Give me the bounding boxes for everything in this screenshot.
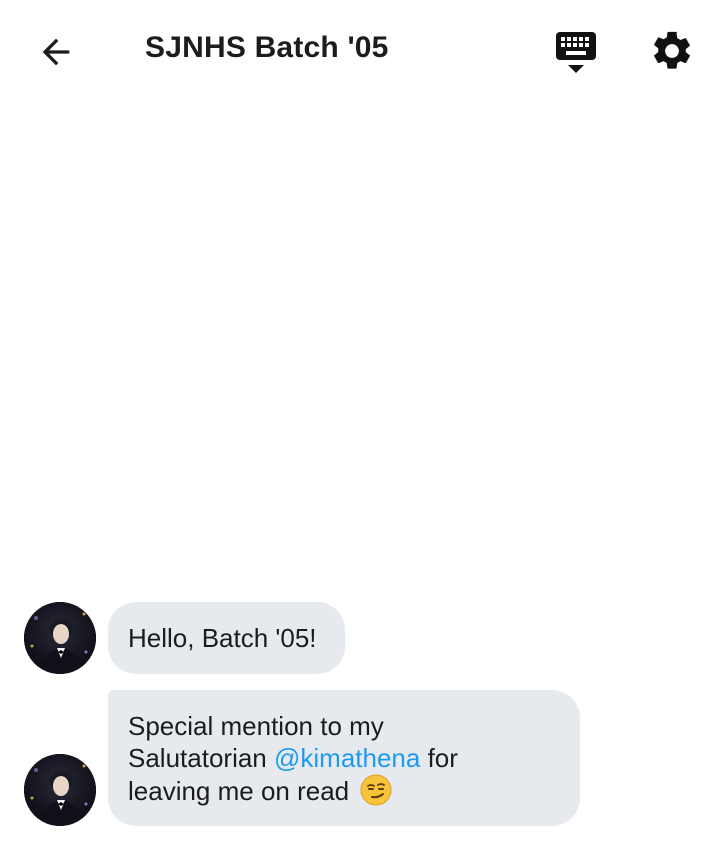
message-text: leaving me on read [128,776,350,806]
smirking-face-emoji [360,774,392,806]
message-text: Salutatorian [128,743,274,773]
message-bubble[interactable]: Special mention to my Salutatorian @kima… [108,690,580,826]
message-text: for [420,743,458,773]
user-mention-link[interactable]: @kimathena [274,743,420,773]
message-line: leaving me on read [128,774,560,807]
message-line: Special mention to my [128,710,560,742]
chat-screen: SJNHS Batch '05 Hello, Batch '05! Specia… [0,0,720,856]
back-button[interactable] [30,28,82,76]
sender-avatar[interactable] [24,754,96,826]
chat-header: SJNHS Batch '05 [0,0,720,104]
keyboard-hide-button[interactable] [550,26,602,78]
gear-icon [654,31,690,69]
message-text: Special mention to my [128,711,384,741]
settings-button[interactable] [645,24,699,78]
arrow-left-icon [42,38,70,66]
chat-title: SJNHS Batch '05 [145,31,389,64]
keyboard-hide-icon [556,32,596,73]
sender-avatar[interactable] [24,602,96,674]
message-text: Hello, Batch '05! [128,623,317,653]
message-bubble[interactable]: Hello, Batch '05! [108,602,345,674]
message-line: Salutatorian @kimathena for [128,742,560,774]
